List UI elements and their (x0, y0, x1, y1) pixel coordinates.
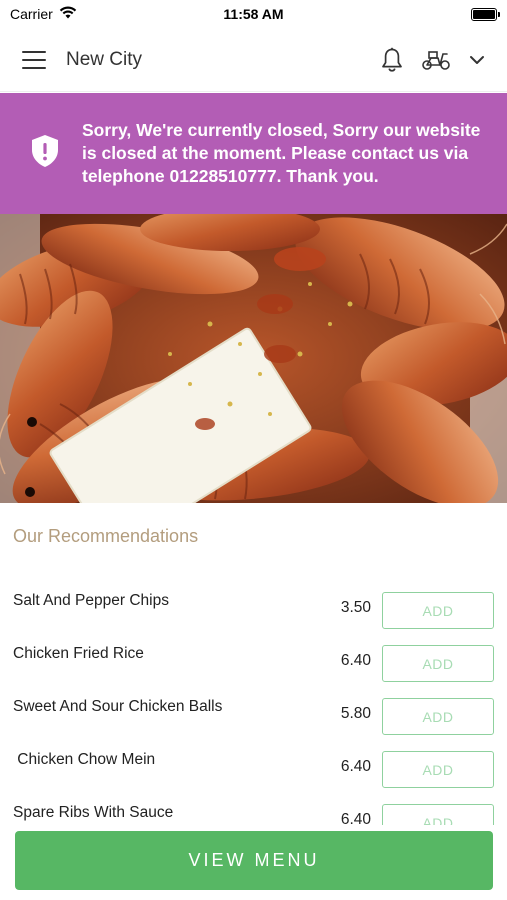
add-button[interactable]: ADD (382, 592, 494, 629)
hero-food-image (0, 214, 507, 503)
header-actions (381, 47, 485, 73)
item-name: Spare Ribs With Sauce (13, 804, 174, 821)
shield-alert-icon (30, 134, 60, 173)
bell-icon[interactable] (381, 47, 403, 73)
app-header: New City (0, 28, 507, 92)
add-button[interactable]: ADD (382, 804, 494, 825)
item-name: Chicken Chow Mein (13, 751, 156, 768)
scooter-icon[interactable] (421, 49, 451, 71)
list-item: Salt And Pepper Chips 3.50 ADD (0, 580, 507, 633)
list-item: Chicken Chow Mein 6.40 ADD (0, 739, 507, 792)
carrier-label: Carrier (10, 6, 53, 22)
location-title: New City (66, 48, 143, 70)
item-price: 6.40 (340, 811, 371, 825)
list-item: Sweet And Sour Chicken Balls 5.80 ADD (0, 686, 507, 739)
list-item: Spare Ribs With Sauce 6.40 ADD (0, 792, 507, 825)
status-left: Carrier (10, 6, 77, 22)
item-price: 5.80 (340, 705, 371, 722)
recommendations-title: Our Recommendations (13, 526, 199, 546)
wifi-icon (59, 6, 77, 22)
chevron-down-icon[interactable] (469, 55, 485, 65)
item-price: 6.40 (340, 758, 371, 775)
item-name: Chicken Fried Rice (13, 645, 144, 662)
add-button[interactable]: ADD (382, 751, 494, 788)
item-name: Salt And Pepper Chips (13, 592, 169, 609)
item-name: Sweet And Sour Chicken Balls (13, 698, 223, 715)
closed-banner: Sorry, We're currently closed, Sorry our… (0, 93, 507, 214)
add-button[interactable]: ADD (382, 698, 494, 735)
battery-icon (471, 7, 500, 21)
closed-message: Sorry, We're currently closed, Sorry our… (82, 120, 481, 186)
add-button[interactable]: ADD (382, 645, 494, 682)
recommendations-list: Salt And Pepper Chips 3.50 ADD Chicken F… (0, 580, 507, 825)
item-price: 3.50 (340, 599, 371, 616)
menu-icon[interactable] (22, 50, 46, 69)
view-menu-button[interactable]: VIEW MENU (15, 831, 493, 890)
list-item: Chicken Fried Rice 6.40 ADD (0, 633, 507, 686)
status-bar: Carrier 11:58 AM (0, 0, 507, 28)
item-price: 6.40 (340, 652, 371, 669)
